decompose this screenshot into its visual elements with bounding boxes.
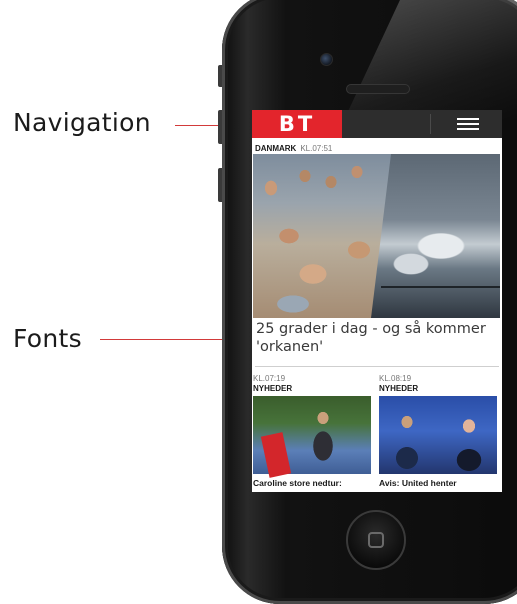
nav-divider: [430, 114, 431, 134]
card-time: KL.08:19: [379, 374, 412, 383]
card-category: NYHEDER: [253, 384, 293, 393]
card-time: KL.07:19: [253, 374, 286, 383]
phone-screen: BT DANMARK KL.07:51 25 grader i dag - og …: [252, 110, 502, 492]
earpiece-speaker: [346, 84, 410, 94]
tennis-bag-shape: [260, 432, 292, 478]
storm-waves-photo: [371, 154, 500, 318]
card-title[interactable]: Caroline store nedtur:: [253, 478, 371, 488]
bt-logo[interactable]: BT: [252, 110, 342, 138]
fonts-callout-label: Fonts: [13, 324, 82, 353]
card-thumbnail[interactable]: [253, 396, 371, 478]
home-square-icon: [368, 532, 384, 548]
hamburger-icon[interactable]: [457, 118, 479, 130]
navigation-callout-label: Navigation: [13, 108, 151, 137]
beach-crowd-photo: [253, 154, 393, 318]
top-story-meta: DANMARK KL.07:51: [255, 144, 332, 153]
news-card[interactable]: KL.08:19 NYHEDER Avis: United henter: [379, 374, 497, 488]
card-title[interactable]: Avis: United henter: [379, 478, 497, 488]
pier-railing: [381, 286, 500, 288]
top-story-category[interactable]: DANMARK: [255, 144, 296, 153]
top-story-time: KL.07:51: [300, 144, 333, 153]
home-button[interactable]: [346, 510, 406, 570]
front-camera: [320, 53, 333, 66]
top-story-headline[interactable]: 25 grader i dag - og så kommer 'orkanen': [256, 320, 500, 356]
card-thumbnail[interactable]: [379, 396, 497, 474]
card-category: NYHEDER: [379, 384, 419, 393]
top-navigation-bar: BT: [252, 110, 502, 138]
top-story-image[interactable]: [253, 154, 500, 318]
story-separator: [255, 366, 499, 367]
phone-gloss: [344, 0, 517, 120]
news-card[interactable]: KL.07:19 NYHEDER Caroline store nedtur:: [253, 374, 371, 488]
